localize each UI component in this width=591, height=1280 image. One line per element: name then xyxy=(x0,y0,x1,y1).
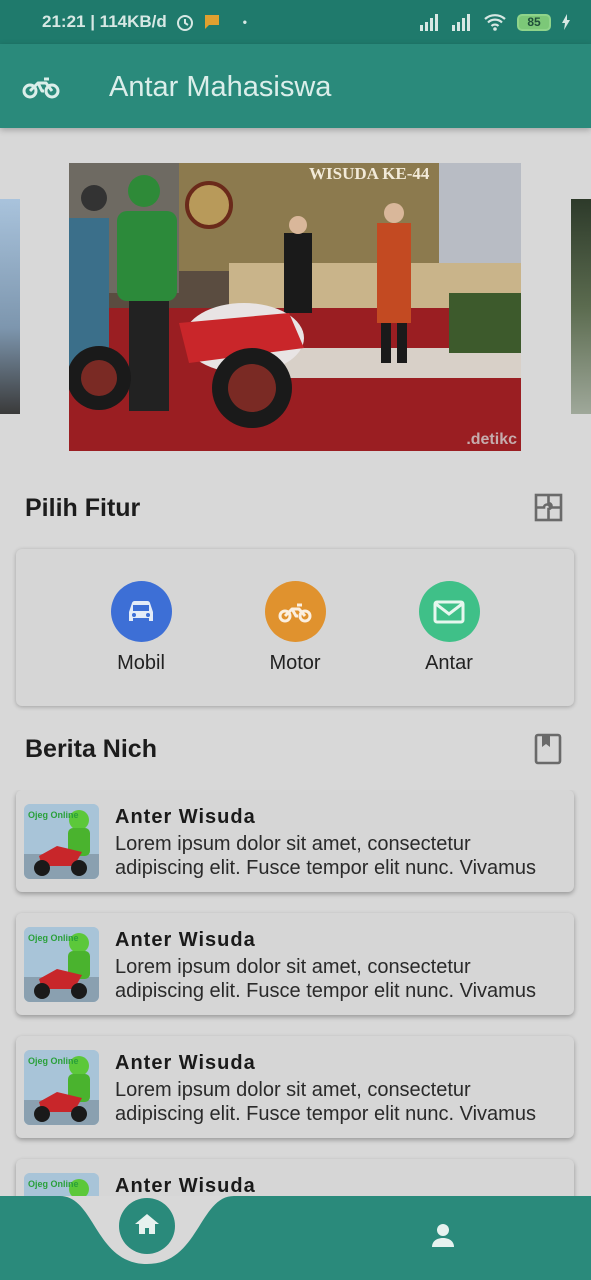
thumbnail-text: Ojeg Online xyxy=(28,810,79,820)
news-item-title: Anter Wisuda xyxy=(115,1175,256,1196)
news-thumbnail: Ojeg Online xyxy=(24,1173,99,1196)
status-bar: 21:21 | 114KB/d • 85 xyxy=(0,0,591,44)
alarm-icon xyxy=(175,12,195,32)
carousel-slide-current[interactable]: WISUDA KE-44 .detikc xyxy=(69,163,521,451)
nav-profile-button[interactable] xyxy=(430,1222,456,1253)
app-bar: Antar Mahasiswa xyxy=(0,44,591,128)
features-card: Mobil Motor Antar xyxy=(16,549,574,706)
person-icon xyxy=(430,1224,456,1252)
status-time: 21:21 | 114KB/d xyxy=(42,12,167,31)
thumbnail-text: Ojeg Online xyxy=(28,933,79,943)
feature-label: Mobil xyxy=(117,652,165,674)
image-carousel[interactable]: WISUDA KE-44 .detikc xyxy=(0,163,591,451)
signal-icon xyxy=(419,13,441,31)
carousel-slide-next[interactable] xyxy=(571,199,591,414)
motorcycle-icon xyxy=(264,581,326,642)
thumbnail-text: Ojeg Online xyxy=(28,1179,79,1189)
news-card[interactable]: Ojeg Online Anter Wisuda Lorem ipsum dol… xyxy=(16,790,574,892)
news-card[interactable]: Ojeg Online Anter Wisuda Lorem ipsum dol… xyxy=(16,1036,574,1138)
nav-home-button[interactable] xyxy=(119,1198,175,1254)
news-item-title: Anter Wisuda xyxy=(115,806,256,828)
battery-icon: 85 xyxy=(517,13,551,31)
news-item-title: Anter Wisuda xyxy=(115,929,256,951)
notification-icon xyxy=(203,13,221,31)
news-item-body: Lorem ipsum dolor sit amet, consectetur … xyxy=(115,1079,536,1125)
battery-level: 85 xyxy=(527,15,541,29)
page-title: Antar Mahasiswa xyxy=(109,71,332,103)
bookmark-icon[interactable] xyxy=(534,733,562,770)
news-item-title: Anter Wisuda xyxy=(115,1052,256,1074)
feature-antar[interactable]: Antar xyxy=(404,581,494,675)
thumbnail-text: Ojeg Online xyxy=(28,1056,79,1066)
motorcycle-icon xyxy=(22,70,60,107)
signal-icon xyxy=(451,13,473,31)
carousel-slide-previous[interactable] xyxy=(0,199,20,414)
photo-watermark: .detikc xyxy=(466,431,517,448)
news-thumbnail: Ojeg Online xyxy=(24,927,99,1002)
feature-label: Motor xyxy=(269,652,321,674)
news-title: Berita Nich xyxy=(25,735,157,763)
wifi-icon xyxy=(483,13,507,31)
news-item-body: Lorem ipsum dolor sit amet, consectetur … xyxy=(115,833,536,879)
charging-icon xyxy=(561,14,571,30)
graduation-photo: WISUDA KE-44 xyxy=(69,163,521,451)
car-icon xyxy=(110,581,172,642)
news-thumbnail: Ojeg Online xyxy=(24,804,99,879)
feature-motor[interactable]: Motor xyxy=(250,581,340,675)
banner-text: WISUDA KE-44 xyxy=(309,164,430,183)
mail-icon xyxy=(418,581,480,642)
features-title: Pilih Fitur xyxy=(25,494,141,522)
news-list[interactable]: Ojeg Online Anter Wisuda Lorem ipsum dol… xyxy=(0,790,591,1196)
feature-label: Antar xyxy=(425,652,473,674)
news-card[interactable]: Ojeg Online Anter Wisuda xyxy=(16,1159,574,1196)
puzzle-icon[interactable] xyxy=(534,493,563,527)
news-thumbnail: Ojeg Online xyxy=(24,1050,99,1125)
feature-mobil[interactable]: Mobil xyxy=(96,581,186,675)
home-icon xyxy=(134,1212,160,1241)
news-item-body: Lorem ipsum dolor sit amet, consectetur … xyxy=(115,956,536,1002)
news-card[interactable]: Ojeg Online Anter Wisuda Lorem ipsum dol… xyxy=(16,913,574,1015)
bottom-nav-bar xyxy=(0,1196,591,1280)
status-dot: • xyxy=(242,15,247,29)
